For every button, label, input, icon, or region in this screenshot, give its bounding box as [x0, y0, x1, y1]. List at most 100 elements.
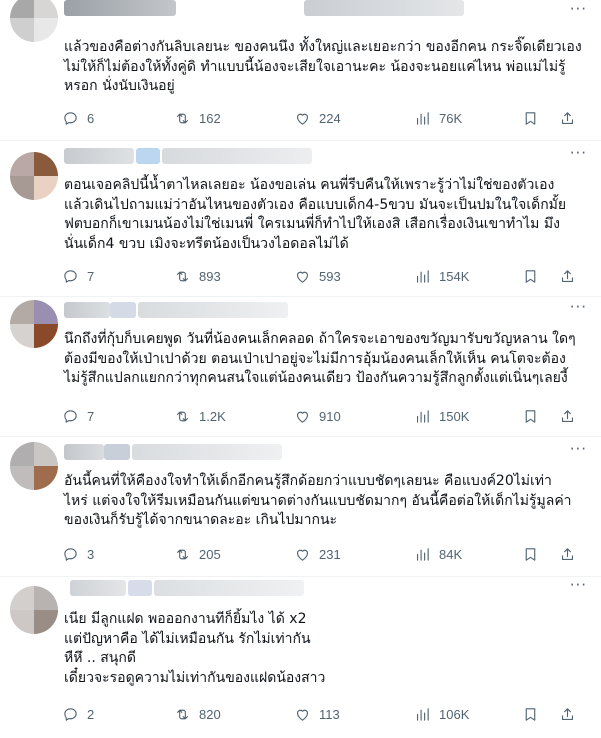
bookmark-icon: [525, 111, 536, 125]
repost-button[interactable]: 1.2K: [174, 406, 226, 426]
tweet-text-line: แล้วของคือต่างกันลิบเลยนะ ของคนนึง ทั้งใ…: [64, 39, 582, 55]
avatar[interactable]: [10, 300, 58, 348]
reply-tweet[interactable]: ··· นึกถึงที่กุ้บก็บเคยพูด วันที่น้องคนเ…: [0, 296, 601, 437]
views-count: 76K: [439, 110, 463, 126]
share-button[interactable]: [559, 266, 576, 286]
repost-icon: [176, 411, 189, 421]
repost-button[interactable]: 820: [174, 704, 221, 724]
tweet-text-line: หรอก นั่งนับเงินอยู่: [64, 78, 175, 94]
like-count: 910: [319, 408, 341, 424]
tweet-text-line: ของเงินก็รับรู้ได้จากขนาดละอะ เกินไปมากน…: [64, 512, 338, 528]
share-button[interactable]: [559, 406, 576, 426]
avatar[interactable]: [10, 586, 58, 634]
share-button[interactable]: [559, 704, 576, 724]
more-options-icon[interactable]: ···: [570, 298, 587, 316]
avatar[interactable]: [10, 152, 58, 200]
blurred-handle[interactable]: [132, 444, 282, 460]
views-count: 106K: [439, 706, 470, 722]
bookmark-button[interactable]: [522, 406, 539, 426]
bookmark-icon: [525, 547, 536, 561]
reply-count: 2: [87, 706, 95, 722]
more-options-icon[interactable]: ···: [570, 0, 587, 18]
share-button[interactable]: [559, 108, 576, 128]
views-icon: [416, 409, 429, 423]
repost-button[interactable]: 893: [174, 266, 221, 286]
like-icon: [296, 113, 309, 125]
reply-icon: [64, 409, 77, 423]
blurred-verified-badge[interactable]: [128, 580, 152, 596]
blurred-handle[interactable]: [154, 580, 304, 596]
like-button[interactable]: 231: [294, 544, 341, 564]
reply-tweet[interactable]: ··· แล้วของคือต่างกันลิบเลยนะ ของคนนึง ท…: [0, 0, 601, 141]
tweet-text-line: ไม่ให้ก็ไม่ต้องให้ทั้งคู่ดิ ทำแบบนี้น้อง…: [64, 58, 566, 75]
reply-button[interactable]: 7: [62, 266, 94, 286]
more-options-icon[interactable]: ···: [570, 144, 587, 162]
action-bar: 7 1.2K 910 150K: [62, 406, 601, 426]
share-button[interactable]: [559, 544, 576, 564]
share-icon: [561, 707, 574, 720]
like-button[interactable]: 593: [294, 266, 341, 286]
share-icon: [561, 547, 574, 560]
blurred-handle[interactable]: [162, 148, 312, 164]
tweet-text-line: เนีย มีลูกแฝด พอออกงานทีก็ยิ้มไง ได้ x2: [64, 611, 307, 627]
tweet-text-line: ไม่รู้สึกแปลกแยกกว่าทุกคนสนใจแต่น้องคนเด…: [64, 370, 568, 386]
reply-count: 3: [87, 546, 95, 562]
reply-button[interactable]: 7: [62, 406, 94, 426]
avatar[interactable]: [10, 442, 58, 490]
reply-icon: [64, 111, 77, 125]
views-icon: [416, 547, 429, 561]
reply-button[interactable]: 3: [62, 544, 94, 564]
tweet-text: อันนี้คนที่ให้คืองงใจทำให้เด็กอีกคนรู้สึ…: [64, 472, 594, 531]
reply-tweet[interactable]: ··· ตอนเจอคลิปนี้น้ำตาไหลเลยอะ น้องขอเล่…: [0, 140, 601, 297]
blurred-display-name[interactable]: [64, 148, 134, 164]
bookmark-button[interactable]: [522, 108, 539, 128]
like-button[interactable]: 113: [294, 704, 340, 724]
blurred-display-name[interactable]: [70, 580, 126, 596]
blurred-display-name[interactable]: [64, 0, 176, 16]
like-count: 231: [319, 546, 341, 562]
tweet-header: ···: [64, 440, 601, 462]
blurred-display-name[interactable]: [64, 302, 110, 318]
reply-button[interactable]: 6: [62, 108, 94, 128]
views-button[interactable]: 106K: [414, 704, 469, 724]
share-icon: [561, 409, 574, 422]
repost-count: 205: [199, 546, 221, 562]
views-button[interactable]: 154K: [414, 266, 469, 286]
avatar[interactable]: [10, 0, 58, 42]
repost-button[interactable]: 162: [174, 108, 221, 128]
reply-tweet[interactable]: ··· เนีย มีลูกแฝด พอออกงานทีก็ยิ้มไง ได้…: [0, 576, 601, 738]
views-button[interactable]: 150K: [414, 406, 469, 426]
tweet-header: ···: [64, 576, 601, 598]
like-button[interactable]: 224: [294, 108, 341, 128]
tweet-header: ···: [64, 298, 601, 320]
repost-count: 1.2K: [199, 408, 226, 424]
reply-tweet[interactable]: ··· อันนี้คนที่ให้คืองงใจทำให้เด็กอีกคนร…: [0, 436, 601, 577]
tweet-text-line: ฟตบอกก็เขาเมนน้องไม่ใช่เมนพี่ ใครเมนพี่ก…: [64, 216, 560, 232]
more-options-icon[interactable]: ···: [570, 576, 587, 594]
action-bar: 6 162 224 76K: [62, 108, 601, 128]
repost-button[interactable]: 205: [174, 544, 221, 564]
tweet-text-line: แต่ปัญหาคือ ได้ไม่เหมือนกัน รักไม่เท่ากั…: [64, 630, 311, 647]
reply-feed: ··· แล้วของคือต่างกันลิบเลยนะ ของคนนึง ท…: [0, 0, 601, 738]
like-button[interactable]: 910: [294, 406, 341, 426]
like-count: 113: [319, 706, 340, 722]
reply-button[interactable]: 2: [62, 704, 94, 724]
views-button[interactable]: 76K: [414, 108, 462, 128]
blurred-handle[interactable]: [138, 302, 288, 318]
reply-icon: [64, 707, 77, 721]
tweet-text-line: ต้องมีของให้เป่าเปาด้วย ตอนเป่าเปาอยู่จะ…: [64, 350, 566, 367]
reply-icon: [64, 269, 77, 283]
repost-count: 162: [199, 110, 221, 126]
blurred-verified-badge[interactable]: [104, 444, 130, 460]
blurred-handle[interactable]: [304, 0, 464, 16]
bookmark-button[interactable]: [522, 266, 539, 286]
action-bar: 7 893 593 154K: [62, 266, 601, 286]
views-button[interactable]: 84K: [414, 544, 462, 564]
blurred-verified-badge[interactable]: [110, 302, 136, 318]
more-options-icon[interactable]: ···: [570, 440, 587, 458]
bookmark-button[interactable]: [522, 544, 539, 564]
bookmark-icon: [525, 409, 536, 423]
blurred-verified-badge[interactable]: [136, 148, 160, 164]
blurred-display-name[interactable]: [64, 444, 104, 460]
bookmark-button[interactable]: [522, 704, 539, 724]
